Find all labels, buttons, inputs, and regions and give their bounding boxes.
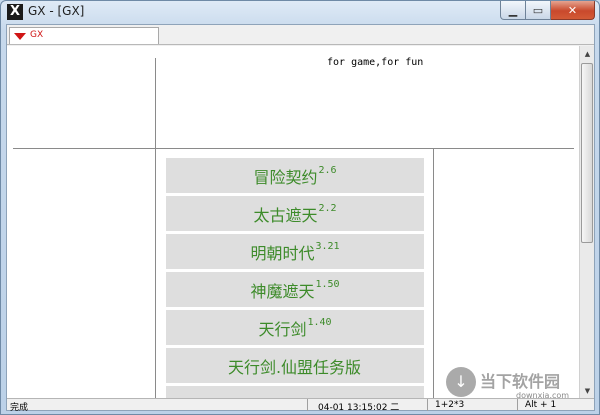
close-icon: ✕ [567,3,578,17]
maximize-button[interactable]: ▭ [526,1,551,20]
download-icon: ↓ [446,367,476,397]
tab-bar: GX [7,25,594,45]
game-name: 天行剑.仙盟任务版 [227,357,362,377]
tab-gx[interactable]: GX [9,27,159,44]
game-item[interactable]: 天行剑 1.40 [166,310,424,345]
window-title: GX - [GX] [28,4,85,18]
app-window: X GX - [GX] ▁ ▭ ✕ GX for game,for fun 冒险… [0,0,600,415]
game-item[interactable]: 太古遮天 2.2 [166,196,424,231]
game-list: 冒险契约 2.6 太古遮天 2.2 明朝时代 3.21 神魔遮天 1.50 天行剑 1.4… [166,158,424,398]
game-name: 天行剑 [258,319,307,339]
game-item[interactable]: 明朝时代 3.21 [166,234,424,269]
game-version: 1.40 [307,317,332,328]
maximize-icon: ▭ [532,3,544,17]
minimize-button[interactable]: ▁ [500,1,526,20]
scroll-up-icon[interactable]: ▲ [580,46,595,61]
game-name: 明朝时代 [250,243,315,263]
game-name: 神魔遮天 [250,281,315,301]
minimize-icon: ▁ [508,3,518,17]
game-name: 冒险契约 [253,167,318,187]
client-area: GX for game,for fun 冒险契约 2.6 太古遮天 2.2 明朝时代… [6,24,595,413]
status-datetime: 04-01 13:15:02 二 [318,403,400,413]
game-version: 2.6 [318,165,337,176]
game-item-partial[interactable] [166,386,424,398]
game-version: 2.2 [318,203,337,214]
tab-label: GX [30,30,44,40]
watermark-name: 当下软件园 [480,372,561,391]
x-app-icon[interactable]: X [7,4,23,20]
status-separator [427,399,428,411]
divider-horizontal [13,148,574,149]
watermark-url: downxia.com [516,391,570,400]
game-item[interactable]: 冒险契约 2.6 [166,158,424,193]
watermark: ↓ 当下软件园 downxia.com [446,364,596,409]
title-bar[interactable]: X GX - [GX] ▁ ▭ ✕ [1,1,599,23]
main-content: for game,for fun 冒险契约 2.6 太古遮天 2.2 明朝时代 3.2… [7,46,579,398]
status-text: 完成 [10,403,29,413]
close-button[interactable]: ✕ [551,1,595,20]
game-item[interactable]: 天行剑.仙盟任务版 [166,348,424,383]
divider-vertical-left [155,58,156,398]
game-version: 1.50 [315,279,340,290]
status-separator [307,399,308,411]
window-controls: ▁ ▭ ✕ [500,1,595,20]
scroll-thumb[interactable] [581,63,593,243]
dropdown-arrow-icon[interactable] [14,33,26,40]
game-version: 3.21 [315,241,340,252]
divider-vertical-right [433,148,434,398]
tagline: for game,for fun [327,57,424,68]
game-item[interactable]: 神魔遮天 1.50 [166,272,424,307]
vertical-scrollbar[interactable]: ▲ ▼ [579,46,594,398]
game-name: 太古遮天 [253,205,318,225]
